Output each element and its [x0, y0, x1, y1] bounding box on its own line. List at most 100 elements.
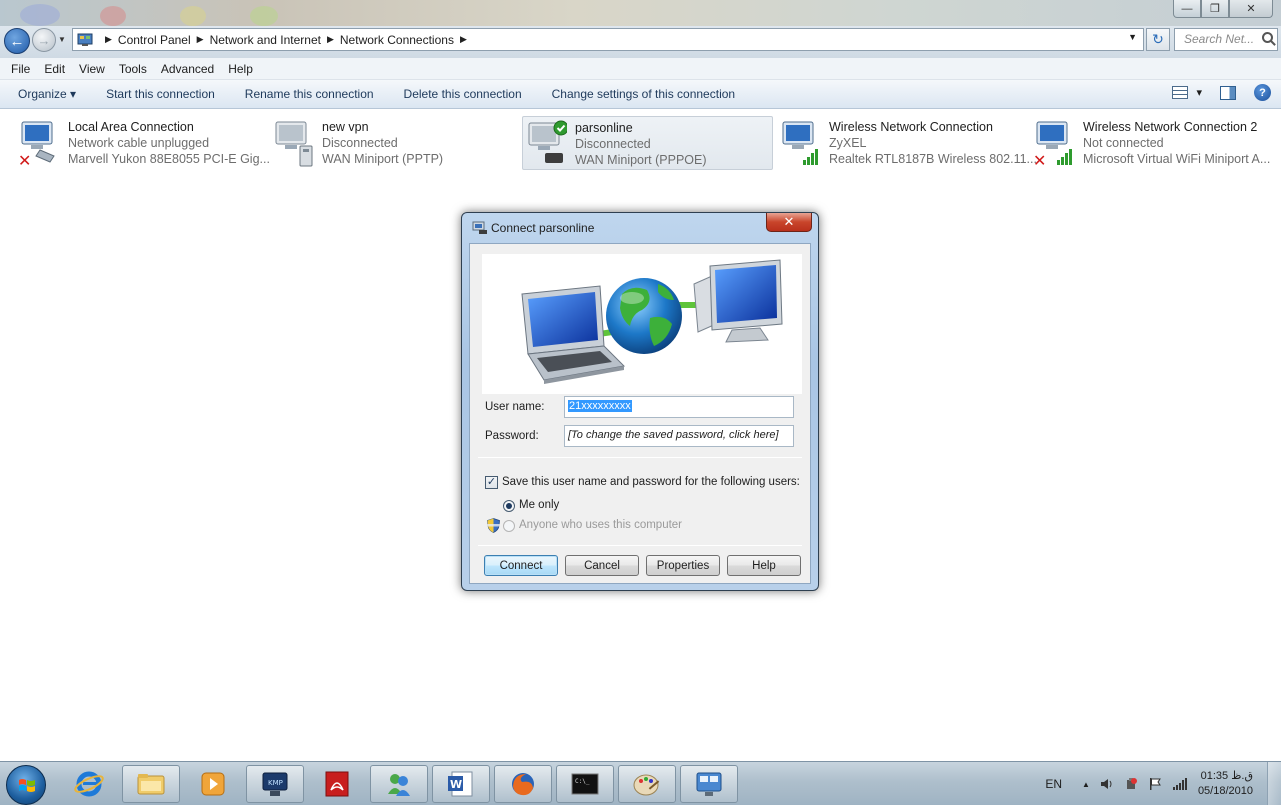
command-prompt-icon: C:\_	[571, 773, 599, 795]
taskbar-messenger[interactable]	[370, 765, 428, 803]
menu-tools[interactable]: Tools	[112, 62, 154, 76]
media-player-icon	[201, 772, 225, 796]
connection-list: ✕ Local Area Connection Network cable un…	[0, 112, 1281, 172]
username-label: User name:	[485, 401, 545, 413]
taskbar-media-player[interactable]	[184, 765, 242, 803]
network-signal-icon[interactable]	[1172, 777, 1188, 791]
breadcrumb-network-connections[interactable]: Network Connections	[340, 33, 454, 47]
breadcrumb-control-panel[interactable]: Control Panel	[118, 33, 191, 47]
dialog-divider	[478, 545, 802, 546]
svg-text:✕: ✕	[18, 151, 31, 168]
delete-connection-button[interactable]: Delete this connection	[389, 87, 537, 101]
start-button[interactable]	[6, 765, 46, 805]
taskbar-acrobat[interactable]	[308, 765, 366, 803]
breadcrumb-separator-icon[interactable]: ▶	[197, 34, 204, 45]
connection-text: parsonline Disconnected WAN Miniport (PP…	[575, 120, 707, 168]
organize-button[interactable]: Organize ▾	[0, 87, 91, 101]
language-indicator[interactable]: EN	[1045, 777, 1062, 791]
dialup-connection-icon	[472, 221, 487, 234]
search-icon[interactable]	[1262, 32, 1273, 43]
connect-button[interactable]: Connect	[484, 555, 558, 576]
connection-name: parsonline	[575, 121, 633, 135]
menu-file[interactable]: File	[4, 62, 37, 76]
change-settings-button[interactable]: Change settings of this connection	[537, 87, 750, 101]
save-credentials-checkbox[interactable]: ✓	[485, 476, 498, 489]
connection-new-vpn[interactable]: new vpn Disconnected WAN Miniport (PPTP)	[270, 116, 520, 170]
rename-connection-button[interactable]: Rename this connection	[230, 87, 389, 101]
minimize-button[interactable]: —	[1173, 0, 1201, 18]
breadcrumb-separator-icon[interactable]: ▶	[105, 34, 112, 45]
connection-parsonline[interactable]: parsonline Disconnected WAN Miniport (PP…	[522, 116, 773, 170]
back-button[interactable]: ←	[4, 28, 30, 54]
action-center-flag-icon[interactable]	[1148, 777, 1162, 791]
connection-name: Wireless Network Connection	[829, 120, 993, 134]
taskbar-ie[interactable]	[60, 765, 118, 803]
connection-wireless[interactable]: Wireless Network Connection ZyXEL Realte…	[777, 116, 1037, 170]
taskbar-kmplayer[interactable]: KMP	[246, 765, 304, 803]
preview-pane-icon[interactable]	[1220, 85, 1236, 100]
wireless-disconnected-icon: ✕	[1033, 121, 1072, 168]
taskbar-word[interactable]: W	[432, 765, 490, 803]
close-button[interactable]: ✕	[1229, 0, 1273, 18]
me-only-label[interactable]: Me only	[519, 499, 559, 511]
connection-local-area[interactable]: ✕ Local Area Connection Network cable un…	[16, 116, 270, 170]
refresh-button[interactable]: ↻	[1146, 28, 1170, 51]
taskbar-network-connections[interactable]	[680, 765, 738, 803]
taskbar-command-prompt[interactable]: C:\_	[556, 765, 614, 803]
taskbar-explorer[interactable]	[122, 765, 180, 803]
window-controls: — ❐ ✕	[1173, 0, 1273, 18]
safely-remove-hardware-icon[interactable]	[1124, 777, 1138, 791]
connection-text: Local Area Connection Network cable unpl…	[68, 119, 270, 167]
show-desktop-button[interactable]	[1267, 762, 1281, 805]
minimize-icon: —	[1181, 2, 1193, 15]
address-history-dropdown-icon[interactable]: ▼	[1128, 32, 1137, 42]
breadcrumb-separator-icon[interactable]: ▶	[327, 34, 334, 45]
me-only-radio[interactable]	[503, 500, 515, 512]
connection-wireless-2[interactable]: ✕ Wireless Network Connection 2 Not conn…	[1031, 116, 1279, 170]
properties-label: Properties	[656, 559, 710, 572]
dialog-body: User name: 21xxxxxxxxx Password: [To cha…	[469, 243, 811, 584]
show-hidden-icons-icon[interactable]: ▲	[1082, 780, 1090, 789]
dialog-divider	[478, 457, 802, 458]
aero-glass-decoration	[100, 6, 126, 26]
back-arrow-icon: ←	[9, 32, 25, 50]
clock[interactable]: 01:35 ق.ظ 05/18/2010	[1198, 769, 1253, 799]
refresh-icon: ↻	[1152, 31, 1164, 47]
network-connections-icon	[696, 772, 722, 796]
username-field[interactable]: 21xxxxxxxxx	[564, 396, 794, 418]
svg-text:KMP: KMP	[268, 779, 283, 787]
menu-view[interactable]: View	[72, 62, 112, 76]
maximize-button[interactable]: ❐	[1201, 0, 1229, 18]
taskbar-firefox[interactable]	[494, 765, 552, 803]
menu-bar: File Edit View Tools Advanced Help	[0, 58, 1281, 80]
taskbar-paint[interactable]	[618, 765, 676, 803]
cancel-label: Cancel	[584, 559, 620, 572]
help-icon[interactable]: ?	[1254, 84, 1271, 101]
messenger-icon	[388, 774, 410, 796]
connection-name: Local Area Connection	[68, 120, 194, 134]
password-field[interactable]: [To change the saved password, click her…	[564, 425, 794, 447]
menu-help[interactable]: Help	[221, 62, 260, 76]
connection-name: Wireless Network Connection 2	[1083, 120, 1258, 134]
cancel-button[interactable]: Cancel	[565, 555, 639, 576]
connection-status: Network cable unplugged	[68, 136, 210, 150]
start-connection-button[interactable]: Start this connection	[91, 87, 230, 101]
menu-advanced[interactable]: Advanced	[154, 62, 221, 76]
forward-button[interactable]: →	[32, 28, 56, 52]
dialog-close-button[interactable]: ✕	[766, 213, 812, 232]
search-input[interactable]: Search Net...	[1174, 28, 1278, 51]
breadcrumb-separator-icon[interactable]: ▶	[460, 34, 467, 45]
save-credentials-label[interactable]: Save this user name and password for the…	[502, 476, 800, 488]
properties-button[interactable]: Properties	[646, 555, 720, 576]
menu-edit[interactable]: Edit	[37, 62, 72, 76]
recent-pages-dropdown[interactable]: ▼	[58, 35, 66, 44]
help-button[interactable]: Help	[727, 555, 801, 576]
help-glyph: ?	[1259, 86, 1266, 99]
volume-icon[interactable]	[1100, 777, 1114, 791]
view-dropdown-icon: ▾	[1196, 87, 1202, 99]
connection-status: Not connected	[1083, 136, 1164, 150]
breadcrumb-network-and-internet[interactable]: Network and Internet	[210, 33, 321, 47]
address-field[interactable]: ▶ Control Panel ▶ Network and Internet ▶…	[72, 28, 1144, 51]
change-view-button[interactable]: ▾	[1172, 86, 1202, 99]
word-icon: W	[448, 771, 473, 797]
